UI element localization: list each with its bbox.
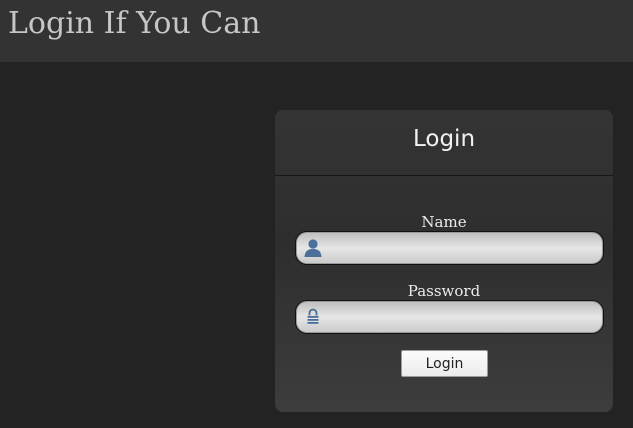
password-input[interactable] [328,305,593,329]
site-title: Login If You Can [8,6,261,41]
lock-icon [303,307,323,327]
name-input[interactable] [328,236,593,260]
name-label: Name [421,213,467,231]
login-panel-title: Login [412,126,476,152]
user-icon [303,238,323,258]
top-header-bar: Login If You Can [0,0,633,62]
login-button[interactable]: Login [401,350,488,377]
login-panel-header: Login [275,110,613,176]
name-field[interactable] [295,231,604,265]
login-panel: Login Name Password Login [275,110,613,412]
password-label: Password [407,282,481,300]
password-field[interactable] [295,300,604,334]
